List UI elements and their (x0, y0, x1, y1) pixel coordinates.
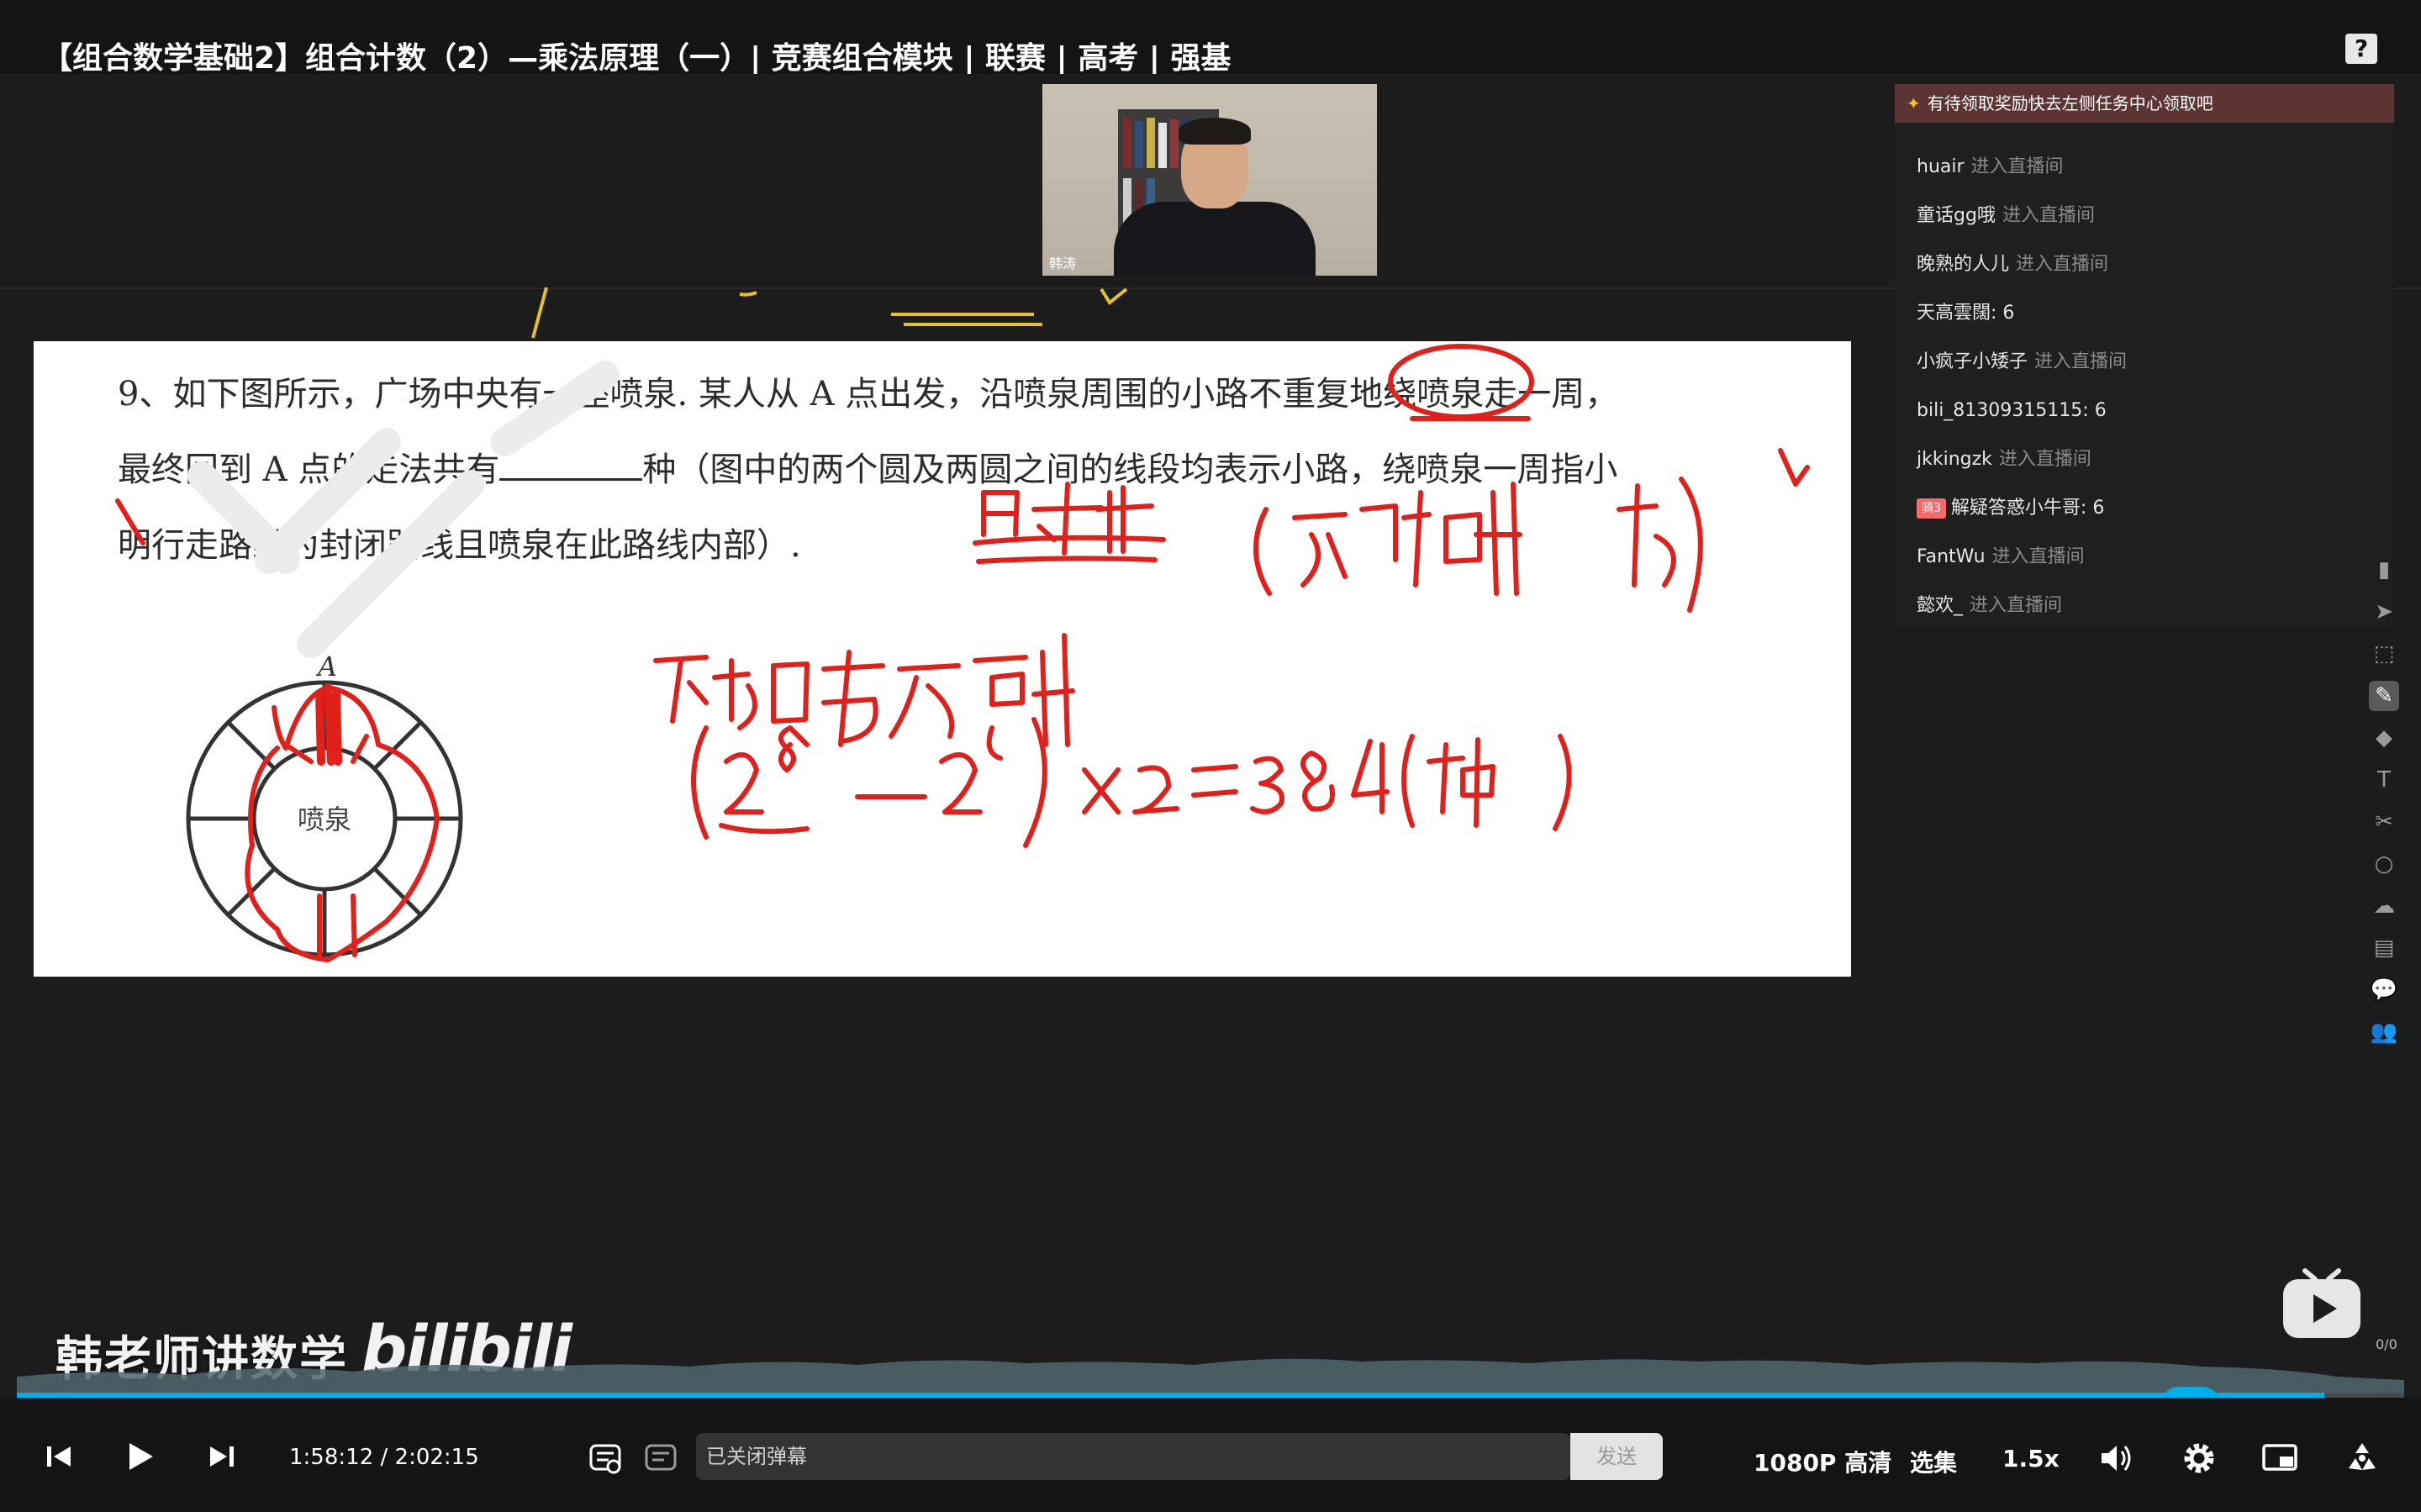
chat-user[interactable]: jkkingzk (1917, 449, 1992, 470)
comment-icon[interactable]: 💬 (2369, 975, 2399, 1005)
chat-list: huair 进入直播间 童话gg哦 进入直播间 晚熟的人儿 进入直播间 天高雲闊: 6… (1917, 143, 2387, 630)
diagram-center-label: 喷泉 (298, 803, 351, 835)
video-title: 【组合数学基础2】组合计数（2）—乘法原理（一）| 竞赛组合模块 | 联赛 | … (42, 41, 1232, 76)
select-icon[interactable]: ⬚ (2369, 639, 2399, 669)
eraser-icon[interactable]: ◆ (2369, 723, 2399, 753)
speed-button[interactable]: 1.5x (2002, 1445, 2060, 1472)
current-time: 1:58:12 (289, 1445, 374, 1470)
fan-badge: 骑3 (1917, 498, 1946, 519)
reward-notice[interactable]: ✦ 有待领取奖励快去左侧任务中心领取吧 (1895, 84, 2394, 123)
chat-item: 童话gg哦 进入直播间 (1917, 192, 2387, 240)
control-bar: 1:58:12 / 2:02:15 已关闭弹幕 发送 1080P 高清 选集 1… (0, 1398, 2421, 1512)
duration: 2:02:15 (394, 1445, 479, 1470)
time-separator: / (380, 1445, 388, 1470)
whiteboard-strokes (531, 287, 1128, 339)
danmaku-placeholder: 已关闭弹幕 (706, 1445, 807, 1468)
pen-icon[interactable]: ✎ (2369, 681, 2399, 711)
star-icon: ✦ (1907, 93, 1921, 113)
tv-play-icon[interactable] (2280, 1267, 2364, 1341)
chat-item: 晚熟的人儿 进入直播间 (1917, 240, 2387, 289)
live-chat-panel[interactable]: ✦ 有待领取奖励快去左侧任务中心领取吧 huair 进入直播间 童话gg哦 进入直播间… (1895, 84, 2394, 629)
send-button[interactable]: 发送 (1570, 1433, 1663, 1480)
background-watermark (187, 361, 620, 658)
chat-action: 进入直播间 (2016, 254, 2109, 275)
chat-action: 进入直播间 (1970, 595, 2063, 616)
danmaku-settings-icon[interactable] (644, 1441, 678, 1475)
chat-user[interactable]: 解疑答惑小牛哥: (1951, 498, 2086, 519)
text-icon[interactable]: T (2369, 765, 2399, 795)
scissors-icon[interactable]: ✂ (2369, 807, 2399, 837)
episodes-button[interactable]: 选集 (1910, 1445, 1957, 1478)
chat-message: 6 (2094, 400, 2107, 421)
webcam-label: 韩涛 (1049, 256, 1077, 271)
chat-action: 进入直播间 (1991, 546, 2085, 567)
chat-user[interactable]: 懿欢_ (1917, 595, 1963, 616)
chat-user[interactable]: 小疯子小矮子 (1917, 351, 2028, 372)
chat-user[interactable]: 天高雲闊: (1917, 303, 1996, 324)
presenter-hair (1179, 118, 1251, 145)
chat-message: 6 (2002, 303, 2015, 324)
picture-in-picture-icon[interactable] (2261, 1441, 2298, 1475)
chat-action: 进入直播间 (2034, 351, 2128, 372)
chat-action: 进入直播间 (1998, 449, 2091, 470)
chat-user[interactable]: 晚熟的人儿 (1917, 254, 2009, 275)
title-bar: 【组合数学基础2】组合计数（2）—乘法原理（一）| 竞赛组合模块 | 联赛 | … (0, 0, 2421, 76)
help-icon[interactable]: ? (2345, 34, 2377, 64)
chat-item: FantWu 进入直播间 (1917, 533, 2387, 582)
time-display: 1:58:12 / 2:02:15 (289, 1445, 479, 1470)
problem-slide: 9、如下图所示，广场中央有一座喷泉. 某人从 A 点出发，沿喷泉周围的小路不重复… (34, 341, 1851, 977)
chat-item: 懿欢_ 进入直播间 (1917, 582, 2387, 630)
chat-item: 天高雲闊: 6 (1917, 289, 2387, 338)
chat-user[interactable]: 童话gg哦 (1917, 205, 1996, 226)
toolbox-icon[interactable]: ▤ (2369, 933, 2399, 963)
diagram-point-label: A (315, 651, 337, 682)
webcam-feed: 韩涛 (1042, 84, 1377, 276)
progress-waveform (17, 1358, 2404, 1393)
pointer-icon[interactable]: ➤ (2369, 597, 2399, 627)
fullscreen-icon[interactable] (2344, 1440, 2381, 1477)
volume-icon[interactable] (2098, 1441, 2134, 1475)
cloud-icon[interactable]: ☁ (2369, 891, 2399, 921)
chat-message: 6 (2092, 498, 2105, 519)
chat-item: jkkingzk 进入直播间 (1917, 435, 2387, 484)
chat-item: huair 进入直播间 (1917, 143, 2387, 192)
chat-user[interactable]: FantWu (1917, 546, 1986, 567)
chat-item: 小疯子小矮子 进入直播间 (1917, 338, 2387, 387)
previous-icon[interactable] (45, 1443, 72, 1470)
chat-action: 进入直播间 (2002, 205, 2095, 226)
slide-graphics: A 喷泉 (115, 344, 1810, 962)
presenter-body (1114, 202, 1316, 276)
shape-icon[interactable]: ○ (2369, 849, 2399, 879)
chat-item: 骑3 解疑答惑小牛哥: 6 (1917, 484, 2387, 533)
danmaku-toggle-icon[interactable] (588, 1441, 622, 1475)
chat-action: 进入直播间 (1970, 156, 2064, 177)
play-icon[interactable] (123, 1440, 156, 1473)
chat-item: bili_81309315115: 6 (1917, 387, 2387, 435)
reward-notice-text: 有待领取奖励快去左侧任务中心领取吧 (1927, 93, 2213, 113)
settings-gear-icon[interactable] (2181, 1440, 2218, 1477)
users-icon[interactable]: 👥 (2369, 1017, 2399, 1047)
next-icon[interactable] (208, 1443, 235, 1470)
quality-button[interactable]: 1080P 高清 (1754, 1445, 1891, 1478)
chat-user[interactable]: huair (1917, 156, 1965, 177)
scroll-handle-icon[interactable]: ▮ (2369, 555, 2399, 585)
chat-user[interactable]: bili_81309315115: (1917, 400, 2089, 421)
danmaku-input[interactable]: 已关闭弹幕 发送 (696, 1433, 1663, 1480)
